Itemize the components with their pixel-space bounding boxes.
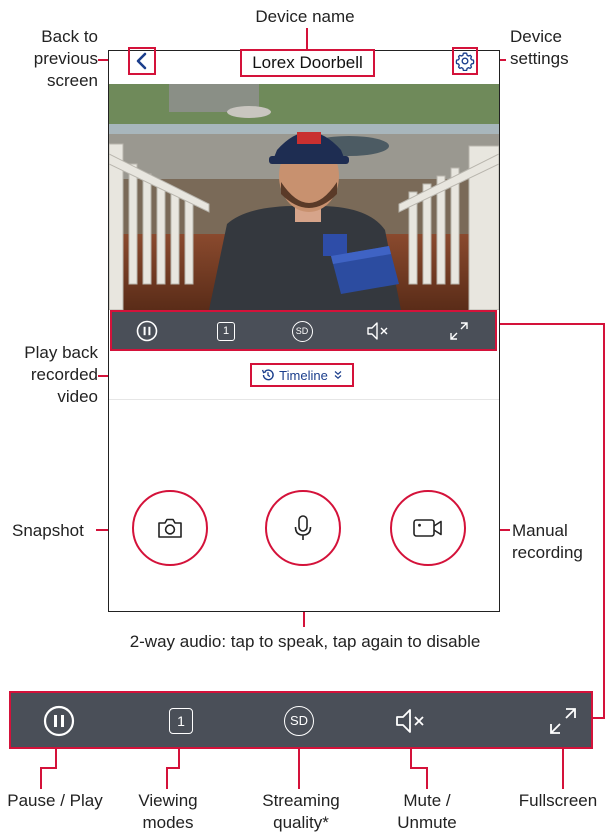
video-scene xyxy=(109,84,499,310)
camera-icon xyxy=(158,518,182,538)
timeline-button[interactable]: Timeline xyxy=(250,363,354,387)
divider xyxy=(109,399,499,400)
quality-button-large[interactable]: SD xyxy=(281,703,317,739)
back-button[interactable] xyxy=(128,47,156,75)
viewing-mode-button-large[interactable]: 1 xyxy=(163,703,199,739)
settings-gear-icon xyxy=(455,52,475,71)
device-title: Lorex Doorbell xyxy=(240,49,375,77)
leader-bar-h2 xyxy=(591,717,605,719)
leader-pause-h xyxy=(40,767,57,769)
sd-quality-icon: SD xyxy=(284,706,314,736)
viewing-mode-icon: 1 xyxy=(217,321,235,341)
leader-bar-h1 xyxy=(497,323,605,325)
history-icon xyxy=(262,369,274,381)
leader-quality xyxy=(298,749,300,789)
live-video-feed[interactable] xyxy=(109,84,499,310)
viewing-mode-button[interactable]: 1 xyxy=(214,319,238,343)
fullscreen-icon xyxy=(450,322,468,340)
pause-icon xyxy=(43,705,75,737)
fullscreen-button[interactable] xyxy=(446,318,472,344)
leader-modes-h xyxy=(166,767,180,769)
leader-device-name xyxy=(306,28,308,50)
leader-pause-v2 xyxy=(40,767,42,789)
annotation-manual-recording: Manual recording xyxy=(512,521,583,562)
mute-button[interactable] xyxy=(364,318,392,344)
manual-recording-button[interactable] xyxy=(390,490,466,566)
annotation-pause-play: Pause / Play xyxy=(7,791,103,810)
video-control-bar: 1 SD xyxy=(110,310,497,351)
snapshot-button[interactable] xyxy=(132,490,208,566)
back-chevron-icon xyxy=(136,52,147,70)
microphone-icon xyxy=(294,515,312,540)
annotation-fullscreen: Fullscreen xyxy=(518,791,598,810)
leader-mute-v2 xyxy=(426,767,428,789)
annotation-mute: Mute / Unmute xyxy=(397,791,457,832)
annotation-snapshot: Snapshot xyxy=(12,521,84,540)
leader-bar-v xyxy=(603,323,605,719)
mute-icon xyxy=(367,322,388,340)
leader-fullscreen xyxy=(562,749,564,789)
annotation-device-name: Device name xyxy=(255,7,355,26)
leader-modes-v2 xyxy=(166,767,168,789)
annotation-viewing-modes: Viewing modes xyxy=(138,791,198,832)
annotation-settings: Device settings xyxy=(510,27,569,68)
pause-button[interactable] xyxy=(134,318,160,344)
video-record-icon xyxy=(413,519,442,537)
settings-button[interactable] xyxy=(452,47,478,75)
leader-pause-v xyxy=(55,749,57,769)
annotation-two-way-audio: 2-way audio: tap to speak, tap again to … xyxy=(129,632,481,651)
pause-icon xyxy=(136,320,158,342)
sd-quality-icon: SD xyxy=(291,320,313,342)
fullscreen-icon xyxy=(550,708,576,734)
annotation-playback: Play back recorded video xyxy=(24,343,98,406)
viewing-mode-icon: 1 xyxy=(169,708,193,734)
leader-modes-v xyxy=(178,749,180,769)
chevron-double-down-icon xyxy=(334,371,342,380)
timeline-label: Timeline xyxy=(279,367,328,383)
fullscreen-button-large[interactable] xyxy=(545,703,581,739)
pause-button-large[interactable] xyxy=(41,703,77,739)
quality-button[interactable]: SD xyxy=(289,318,315,344)
control-bar-enlarged: 1 SD xyxy=(9,691,593,749)
leader-mute-v xyxy=(410,749,412,769)
annotation-back: Back to previous screen xyxy=(33,27,98,90)
mute-icon xyxy=(396,709,424,733)
annotation-streaming-quality: Streaming quality* xyxy=(262,791,340,832)
two-way-audio-button[interactable] xyxy=(265,490,341,566)
mute-button-large[interactable] xyxy=(391,703,431,739)
